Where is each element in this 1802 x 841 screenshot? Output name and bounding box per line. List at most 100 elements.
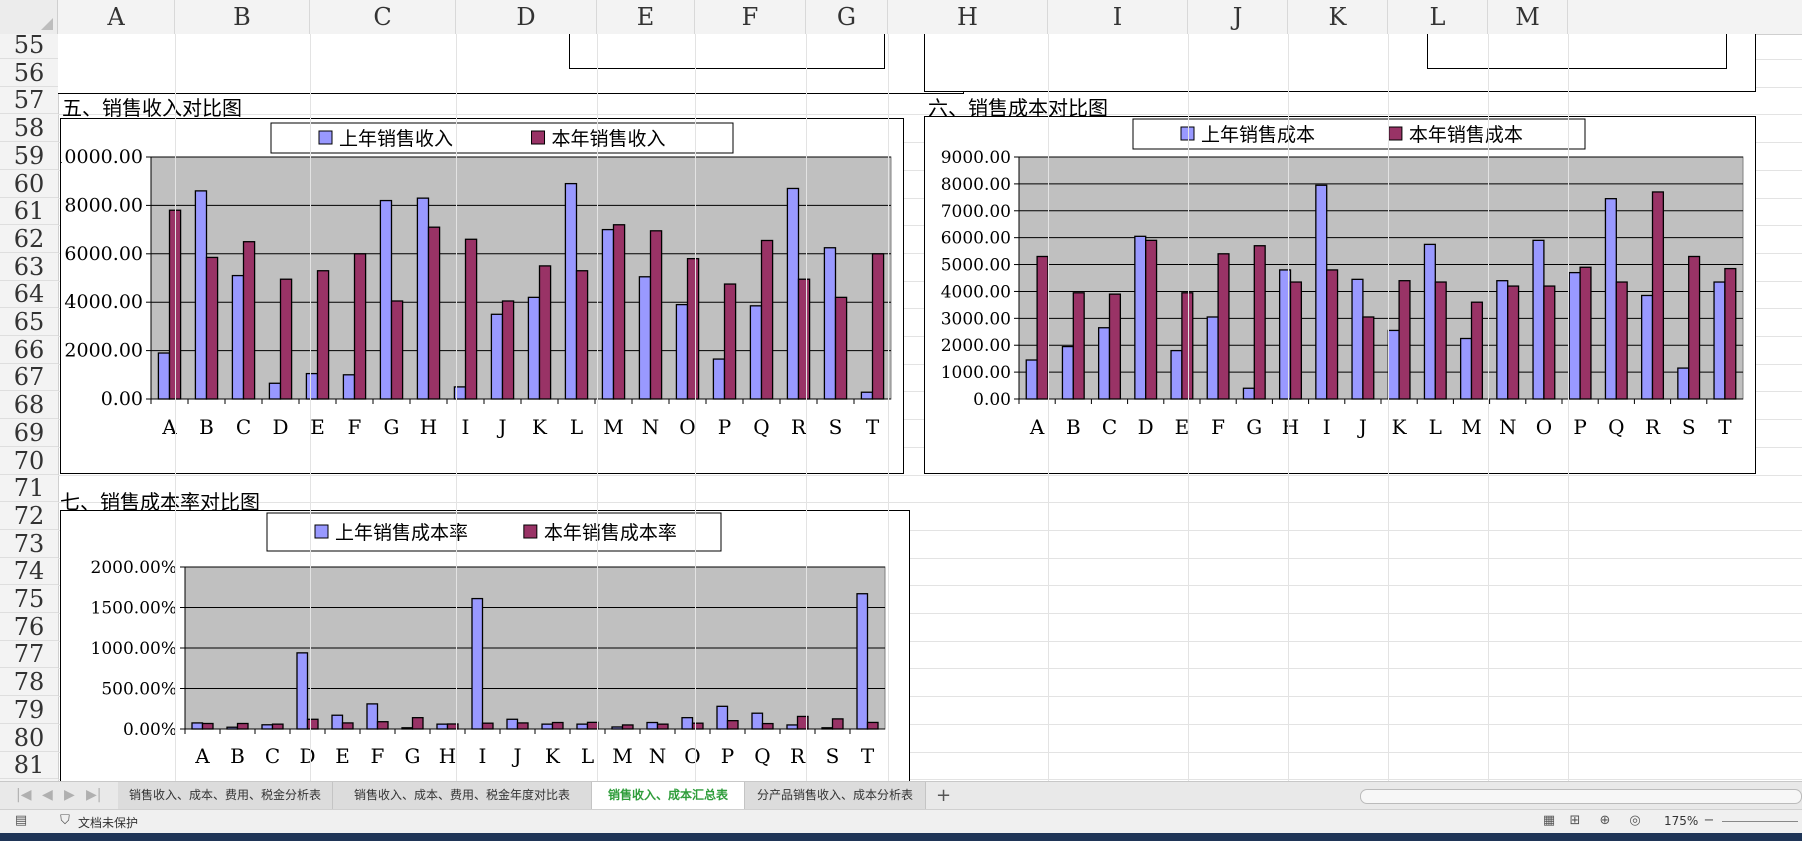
chart5-container[interactable]: 0.00 2000.00 4000.00 6000.00 8000.00 10000.00… — [60, 118, 904, 474]
row-header-56[interactable]: 56 — [0, 59, 58, 87]
x-tick-label: B — [230, 744, 245, 768]
row-header-70[interactable]: 70 — [0, 447, 58, 475]
zoom-slider[interactable] — [1722, 821, 1798, 822]
sheet-tab-4[interactable]: 分产品销售收入、成本分析表 — [745, 782, 926, 809]
row-header-74[interactable]: 74 — [0, 558, 58, 586]
y-tick-label: 1000.00 — [941, 363, 1011, 383]
row-header-79[interactable]: 79 — [0, 696, 58, 724]
column-header-M[interactable]: M — [1488, 0, 1568, 34]
row-header-65[interactable]: 65 — [0, 309, 58, 336]
row-header-68[interactable]: 68 — [0, 392, 58, 420]
column-header-B[interactable]: B — [175, 0, 310, 34]
row-header-61[interactable]: 61 — [0, 198, 58, 226]
row-header-58[interactable]: 58 — [0, 115, 58, 143]
protect-status[interactable]: 文档未保护 — [78, 814, 138, 831]
row-header-76[interactable]: 76 — [0, 613, 58, 641]
y-tick-label: 8000.00 — [941, 175, 1011, 195]
sheet-tab-2[interactable]: 销售收入、成本、费用、税金年度对比表 — [333, 782, 592, 809]
column-header-C[interactable]: C — [310, 0, 456, 34]
x-tick-label: C — [236, 415, 251, 439]
y-tick-label: 7000.00 — [941, 202, 1011, 222]
row-header-69[interactable]: 69 — [0, 419, 58, 447]
bar-prev-year — [1640, 294, 1654, 400]
row-header-64[interactable]: 64 — [0, 281, 58, 309]
column-header-G[interactable]: G — [806, 0, 888, 34]
bar-prev-year — [471, 597, 484, 730]
normal-view-icon[interactable]: ▦ — [1540, 813, 1558, 829]
bar-prev-year — [331, 714, 344, 730]
y-tick-label: 2000.00 — [64, 340, 143, 362]
first-sheet-icon[interactable]: |◀ — [16, 787, 31, 803]
zoom-level[interactable]: 175% — [1664, 814, 1698, 828]
reading-mode-icon[interactable]: ◎ — [1626, 813, 1644, 829]
bar-prev-year — [1061, 345, 1074, 400]
row-header-71[interactable]: 71 — [0, 475, 58, 503]
select-all-corner[interactable] — [0, 0, 58, 34]
row-header-73[interactable]: 73 — [0, 530, 58, 558]
x-tick-label: B — [199, 415, 214, 439]
y-tick-label: 2000.00% — [91, 558, 177, 578]
row-header-72[interactable]: 72 — [0, 502, 58, 530]
y-tick-label: 2000.00 — [941, 336, 1011, 356]
column-header-A[interactable]: A — [58, 0, 175, 34]
column-header-K[interactable]: K — [1288, 0, 1388, 34]
row-header-60[interactable]: 60 — [0, 170, 58, 198]
prev-sheet-icon[interactable]: ◀ — [42, 787, 53, 803]
row-header-75[interactable]: 75 — [0, 586, 58, 613]
x-tick-label: M — [603, 415, 623, 439]
chart7-container[interactable]: 0.00% 500.00% 1000.00% 1500.00% 2000.00% A B C D… — [60, 510, 910, 781]
bar-prev-year — [646, 721, 659, 730]
x-tick-label: P — [718, 415, 731, 439]
row-header-66[interactable]: 66 — [0, 336, 58, 364]
bar-this-year — [205, 256, 219, 400]
row-header-81[interactable]: 81 — [0, 752, 58, 780]
bar-this-year — [538, 265, 552, 400]
bar-prev-year — [786, 724, 799, 730]
row-header-77[interactable]: 77 — [0, 641, 58, 669]
column-header-F[interactable]: F — [695, 0, 806, 34]
plot-area — [150, 156, 892, 400]
row-header-62[interactable]: 62 — [0, 225, 58, 253]
add-sheet-button[interactable]: + — [936, 782, 951, 809]
column-header-H[interactable]: H — [888, 0, 1048, 34]
legend-swatch — [523, 524, 538, 539]
last-sheet-icon[interactable]: ▶| — [86, 787, 101, 803]
plot-area — [1018, 156, 1744, 400]
bar-prev-year — [231, 274, 245, 400]
bar-this-year — [760, 239, 774, 400]
sheet-tab-bar: |◀ ◀ ▶ ▶| 销售收入、成本、费用、税金分析表 销售收入、成本、费用、税金… — [0, 781, 1802, 810]
x-tick-label: R — [790, 744, 806, 768]
column-header-J[interactable]: J — [1188, 0, 1288, 34]
column-header-L[interactable]: L — [1388, 0, 1488, 34]
column-header-I[interactable]: I — [1048, 0, 1188, 34]
bar-prev-year — [611, 726, 624, 730]
x-tick-label: R — [1645, 415, 1661, 439]
page-layout-icon[interactable]: ⊕ — [1596, 813, 1614, 829]
column-header-D[interactable]: D — [456, 0, 597, 34]
horizontal-scrollbar[interactable] — [1360, 789, 1802, 804]
page-break-view-icon[interactable]: ⊞ — [1566, 813, 1584, 829]
column-header-E[interactable]: E — [597, 0, 695, 34]
x-tick-label: J — [511, 744, 521, 768]
sheet-tab-1[interactable]: 销售收入、成本、费用、税金分析表 — [118, 782, 333, 809]
bar-this-year — [871, 253, 885, 400]
x-tick-label: M — [612, 744, 632, 768]
macro-icon[interactable]: ▤ — [12, 813, 30, 829]
row-header-55[interactable]: 55 — [0, 34, 58, 59]
sheet-tab-3[interactable]: 销售收入、成本汇总表 — [592, 782, 745, 809]
grid-column-line — [888, 34, 889, 781]
zoom-out-icon[interactable]: − — [1700, 813, 1718, 829]
row-header-59[interactable]: 59 — [0, 142, 58, 170]
bar-this-year — [866, 721, 879, 730]
row-header-63[interactable]: 63 — [0, 253, 58, 281]
x-tick-label: F — [1211, 415, 1225, 439]
row-header-80[interactable]: 80 — [0, 724, 58, 752]
grid-column-line — [456, 34, 457, 781]
next-sheet-icon[interactable]: ▶ — [64, 787, 75, 803]
status-bar: ▤ ⛉ 文档未保护 ▦ ⊞ ⊕ ◎ 175% − — [0, 809, 1802, 834]
row-header-57[interactable]: 57 — [0, 87, 58, 115]
bar-prev-year — [1134, 235, 1147, 400]
row-header-78[interactable]: 78 — [0, 669, 58, 697]
worksheet-grid[interactable]: 五、销售收入对比图 0.00 2000.00 4000.00 6000.00 8000.… — [58, 34, 1802, 781]
row-header-67[interactable]: 67 — [0, 364, 58, 392]
